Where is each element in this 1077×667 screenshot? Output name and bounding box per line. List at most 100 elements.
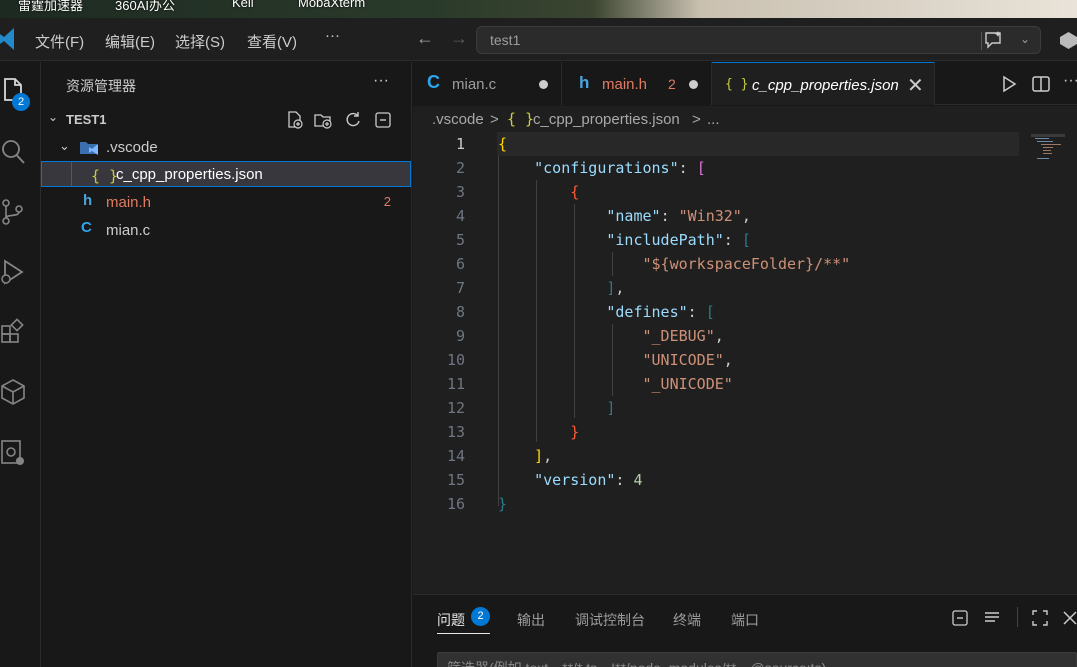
- json-icon: { }: [91, 167, 119, 185]
- vscode-folder-icon: [80, 142, 98, 155]
- line-number: 8: [455, 303, 465, 321]
- panel-tab-terminal[interactable]: 终端: [673, 610, 701, 630]
- close-icon[interactable]: ✕: [907, 73, 924, 98]
- menu-file[interactable]: 文件(F): [35, 31, 84, 52]
- line-number: 16: [446, 495, 465, 513]
- panel-tab-problems[interactable]: 问题: [437, 610, 465, 630]
- command-center[interactable]: test1 ⌄: [476, 26, 1041, 54]
- divider: [1017, 607, 1018, 627]
- tab-c-cpp-properties[interactable]: { } c_cpp_properties.json ✕: [712, 62, 935, 105]
- copilot-chat-icon[interactable]: [984, 31, 1004, 49]
- tree-item-mian-c[interactable]: C mian.c: [41, 217, 411, 243]
- divider: [981, 32, 982, 50]
- bottom-panel: 问题 2 输出 调试控制台 终端 端口 筛选器(例如 text、**/*.ts、…: [413, 594, 1077, 667]
- source-control-icon[interactable]: [0, 197, 26, 227]
- tree-item-label: mian.c: [106, 222, 151, 239]
- close-panel-icon[interactable]: [1061, 609, 1077, 627]
- desktop-icon-label[interactable]: Keil: [232, 0, 254, 10]
- breadcrumb-symbol[interactable]: ...: [707, 111, 720, 128]
- panel-tab-output[interactable]: 输出: [517, 610, 545, 630]
- tree-folder-vscode[interactable]: ⌄ .vscode: [41, 134, 411, 160]
- collapse-all-icon[interactable]: [951, 609, 969, 627]
- tree-item-c-cpp-properties[interactable]: { } c_cpp_properties.json: [41, 161, 411, 187]
- explorer-sidebar: 资源管理器 ··· ⌄ TEST1 ⌄ .vscode {} c_cpp_pr…: [41, 62, 412, 667]
- minimap[interactable]: [1031, 134, 1065, 164]
- code-editor[interactable]: 1 2 3 4 5 6 7 8 9 10 11 12 13 14 15 16 { "configuration…: [413, 132, 1077, 594]
- new-file-icon[interactable]: [285, 110, 305, 130]
- desktop-background: 雷霆加速器 360AI办公 Keil MobaXterm: [0, 0, 1077, 18]
- view-as-list-icon[interactable]: [983, 609, 1001, 627]
- split-editor-icon[interactable]: [1031, 74, 1051, 94]
- c-file-icon: C: [81, 219, 92, 236]
- tab-label: mian.c: [452, 76, 497, 93]
- code-line: "includePath": [: [606, 231, 751, 249]
- run-icon[interactable]: [999, 74, 1019, 94]
- maximize-panel-icon[interactable]: [1031, 609, 1049, 627]
- vscode-logo-icon: [0, 28, 14, 50]
- more-actions-icon[interactable]: ···: [373, 72, 389, 90]
- problem-count: 2: [383, 194, 391, 209]
- tree-item-main-h[interactable]: h main.h 2: [41, 189, 411, 215]
- tab-main-h[interactable]: h main.h 2: [562, 62, 712, 105]
- command-center-text: test1: [490, 32, 521, 48]
- line-number: 14: [446, 447, 465, 465]
- menu-view[interactable]: 查看(V): [247, 31, 297, 52]
- account-icon[interactable]: [1060, 32, 1077, 49]
- desktop-icon-label[interactable]: MobaXterm: [298, 0, 365, 10]
- json-icon: { }: [725, 77, 749, 92]
- breadcrumb-folder[interactable]: .vscode: [432, 111, 484, 128]
- code-line: {: [570, 183, 580, 201]
- refresh-icon[interactable]: [343, 110, 363, 130]
- code-line: "name": "Win32",: [606, 207, 751, 225]
- run-debug-icon[interactable]: [0, 257, 26, 287]
- code-line: }: [498, 495, 508, 513]
- workspace-section-header[interactable]: ⌄ TEST1: [41, 107, 411, 131]
- panel-tab-debug-console[interactable]: 调试控制台: [575, 610, 645, 630]
- code-line: "_UNICODE": [642, 375, 733, 393]
- unsaved-dot-icon[interactable]: [539, 80, 548, 89]
- new-folder-icon[interactable]: [313, 110, 333, 130]
- filter-placeholder: 筛选器(例如 text、**/*.ts、!**/node_modules/**、…: [447, 658, 826, 667]
- chevron-down-icon[interactable]: ⌄: [1020, 32, 1030, 46]
- code-line: "_DEBUG",: [642, 327, 724, 345]
- tab-label: main.h: [602, 76, 648, 93]
- h-file-icon: h: [83, 192, 93, 209]
- line-number: 1: [455, 135, 465, 153]
- line-number: 10: [446, 351, 465, 369]
- code-line: "configurations": [: [534, 159, 706, 177]
- indent-guide: [71, 161, 72, 187]
- search-icon[interactable]: [0, 137, 26, 167]
- editor-tab-bar: C mian.c h main.h 2 { } c_cpp_properties…: [413, 62, 1077, 105]
- desktop-icon-label[interactable]: 雷霆加速器: [18, 0, 83, 14]
- forward-arrow-icon[interactable]: →: [450, 28, 468, 49]
- remote-explorer-icon[interactable]: [0, 377, 26, 407]
- desktop-icon-label[interactable]: 360AI办公: [115, 0, 175, 14]
- tab-mian-c[interactable]: C mian.c: [413, 62, 562, 105]
- code-line: {: [498, 135, 508, 153]
- collapse-all-icon[interactable]: [373, 110, 393, 130]
- breadcrumb-file[interactable]: c_cpp_properties.json: [533, 111, 680, 128]
- c-file-icon: C: [427, 72, 440, 92]
- menu-selection[interactable]: 选择(S): [175, 31, 225, 52]
- code-line: ],: [534, 447, 553, 465]
- code-line: }: [570, 423, 580, 441]
- problems-filter-input[interactable]: 筛选器(例如 text、**/*.ts、!**/node_modules/**、…: [437, 652, 1077, 667]
- settings-sync-icon[interactable]: [0, 437, 26, 467]
- active-tab-underline: [437, 633, 490, 634]
- current-line-highlight: [497, 132, 1019, 156]
- breadcrumb: .vscode > { } c_cpp_properties.json > ..…: [413, 106, 1077, 132]
- chevron-down-icon[interactable]: ⌄: [48, 110, 58, 124]
- more-actions-icon[interactable]: ···: [1063, 72, 1077, 90]
- line-number: 5: [455, 231, 465, 249]
- explorer-badge: 2: [12, 93, 30, 111]
- extensions-icon[interactable]: [0, 317, 26, 347]
- unsaved-dot-icon[interactable]: [689, 80, 698, 89]
- workspace-name: TEST1: [66, 112, 107, 127]
- chevron-down-icon: ⌄: [59, 138, 70, 153]
- menu-edit[interactable]: 编辑(E): [105, 31, 155, 52]
- activity-bar: 2: [0, 62, 41, 667]
- menu-more[interactable]: ···: [325, 27, 340, 44]
- panel-tab-ports[interactable]: 端口: [731, 610, 759, 630]
- line-number: 11: [446, 375, 465, 393]
- back-arrow-icon[interactable]: ←: [416, 28, 434, 49]
